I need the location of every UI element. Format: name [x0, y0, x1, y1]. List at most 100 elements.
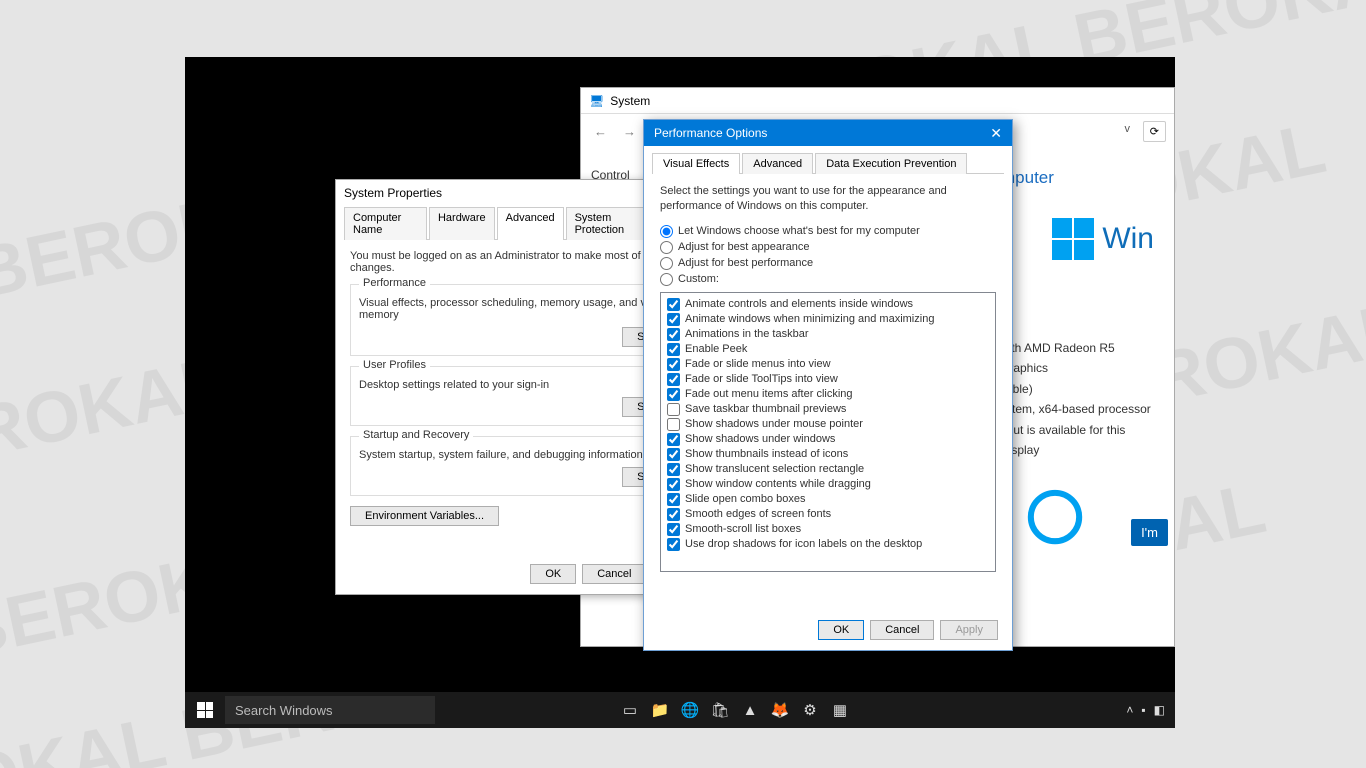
radio-input[interactable]: [660, 241, 673, 254]
checkbox-input[interactable]: [667, 313, 680, 326]
checkbox-label: Animate controls and elements inside win…: [685, 298, 913, 310]
radio-label: Adjust for best appearance: [678, 241, 809, 253]
checkbox-input[interactable]: [667, 523, 680, 536]
check-option-13[interactable]: Slide open combo boxes: [667, 492, 989, 507]
check-option-16[interactable]: Use drop shadows for icon labels on the …: [667, 537, 989, 552]
checkbox-label: Save taskbar thumbnail previews: [685, 403, 846, 415]
check-option-1[interactable]: Animate windows when minimizing and maxi…: [667, 312, 989, 327]
system-titlebar: 🖥 System: [581, 88, 1174, 114]
system-tray[interactable]: ˄ ▪ ◧: [1126, 703, 1175, 717]
tab-dep[interactable]: Data Execution Prevention: [815, 153, 967, 174]
checkbox-input[interactable]: [667, 418, 680, 431]
windows-brand-text: Win: [1102, 222, 1154, 256]
settings-icon[interactable]: ⚙: [795, 692, 825, 728]
check-option-0[interactable]: Animate controls and elements inside win…: [667, 297, 989, 312]
start-icon: [197, 702, 213, 718]
radio-input[interactable]: [660, 273, 673, 286]
network-icon[interactable]: ◧: [1154, 703, 1165, 717]
radio-option-0[interactable]: Let Windows choose what's best for my co…: [660, 225, 996, 238]
radio-option-1[interactable]: Adjust for best appearance: [660, 241, 996, 254]
nav-fwd-icon[interactable]: →: [618, 122, 641, 141]
sysprops-ok-button[interactable]: OK: [530, 564, 576, 584]
tab-advanced[interactable]: Advanced: [497, 207, 564, 240]
checkbox-input[interactable]: [667, 343, 680, 356]
checkbox-input[interactable]: [667, 538, 680, 551]
check-option-14[interactable]: Smooth edges of screen fonts: [667, 507, 989, 522]
app-icon[interactable]: ▦: [825, 692, 855, 728]
radio-label: Adjust for best performance: [678, 257, 813, 269]
checkbox-label: Smooth edges of screen fonts: [685, 508, 831, 520]
checkbox-input[interactable]: [667, 508, 680, 521]
check-option-4[interactable]: Fade or slide menus into view: [667, 357, 989, 372]
checkbox-input[interactable]: [667, 373, 680, 386]
cortana-ring-icon: [1026, 488, 1084, 546]
performance-label: Performance: [359, 277, 430, 289]
check-option-6[interactable]: Fade out menu items after clicking: [667, 387, 989, 402]
checkbox-input[interactable]: [667, 403, 680, 416]
close-icon[interactable]: ✕: [990, 125, 1002, 142]
start-button[interactable]: [185, 692, 225, 728]
check-option-3[interactable]: Enable Peek: [667, 342, 989, 357]
checkbox-input[interactable]: [667, 463, 680, 476]
check-option-8[interactable]: Show shadows under mouse pointer: [667, 417, 989, 432]
checkbox-label: Fade out menu items after clicking: [685, 388, 853, 400]
environment-variables-button[interactable]: Environment Variables...: [350, 506, 499, 526]
checkbox-input[interactable]: [667, 448, 680, 461]
sysprops-cancel-button[interactable]: Cancel: [582, 564, 646, 584]
check-option-5[interactable]: Fade or slide ToolTips into view: [667, 372, 989, 387]
checkbox-label: Use drop shadows for icon labels on the …: [685, 538, 922, 550]
checkbox-input[interactable]: [667, 493, 680, 506]
check-option-9[interactable]: Show shadows under windows: [667, 432, 989, 447]
checkbox-label: Animate windows when minimizing and maxi…: [685, 313, 934, 325]
taskbar: Search Windows ▭ 📁 🌐 🛍 ▲ 🦊 ⚙ ▦ ˄ ▪ ◧: [185, 692, 1175, 728]
radio-option-2[interactable]: Adjust for best performance: [660, 257, 996, 270]
checkbox-input[interactable]: [667, 358, 680, 371]
file-explorer-icon[interactable]: 📁: [645, 692, 675, 728]
checkbox-label: Smooth-scroll list boxes: [685, 523, 801, 535]
nav-back-icon[interactable]: ←: [589, 122, 612, 141]
radio-input[interactable]: [660, 257, 673, 270]
edge-icon[interactable]: 🌐: [675, 692, 705, 728]
task-view-icon[interactable]: ▭: [615, 692, 645, 728]
spec-line-3: ystem, x64-based processor: [1000, 399, 1160, 419]
tab-hardware[interactable]: Hardware: [429, 207, 495, 240]
vlc-icon[interactable]: ▲: [735, 692, 765, 728]
checkbox-label: Enable Peek: [685, 343, 747, 355]
visual-effects-list[interactable]: Animate controls and elements inside win…: [660, 292, 996, 572]
check-option-10[interactable]: Show thumbnails instead of icons: [667, 447, 989, 462]
checkbox-label: Fade or slide menus into view: [685, 358, 831, 370]
refresh-icon[interactable]: ⟳: [1143, 121, 1166, 142]
tray-chevron-icon[interactable]: ˄: [1126, 703, 1133, 717]
check-option-11[interactable]: Show translucent selection rectangle: [667, 462, 989, 477]
perfopt-cancel-button[interactable]: Cancel: [870, 620, 934, 640]
checkbox-input[interactable]: [667, 388, 680, 401]
search-input[interactable]: Search Windows: [225, 696, 435, 724]
view-dropdown[interactable]: v: [1125, 123, 1131, 135]
taskbar-apps: ▭ 📁 🌐 🛍 ▲ 🦊 ⚙ ▦: [615, 692, 855, 728]
tab-system-protection[interactable]: System Protection: [566, 207, 656, 240]
cortana-tip[interactable]: I'm: [1131, 519, 1168, 546]
tab-computer-name[interactable]: Computer Name: [344, 207, 427, 240]
check-option-12[interactable]: Show window contents while dragging: [667, 477, 989, 492]
perfopt-apply-button[interactable]: Apply: [940, 620, 998, 640]
radio-option-3[interactable]: Custom:: [660, 273, 996, 286]
checkbox-input[interactable]: [667, 433, 680, 446]
firefox-icon[interactable]: 🦊: [765, 692, 795, 728]
checkbox-label: Show thumbnails instead of icons: [685, 448, 848, 460]
desktop-area: 🖥 System ← → ↑ v ⟳ Control mputer Win wi…: [185, 57, 1175, 692]
store-icon[interactable]: 🛍: [705, 692, 735, 728]
checkbox-input[interactable]: [667, 478, 680, 491]
tab-visual-effects[interactable]: Visual Effects: [652, 153, 740, 174]
radio-input[interactable]: [660, 225, 673, 238]
perfopt-ok-button[interactable]: OK: [818, 620, 864, 640]
tab-advanced-perf[interactable]: Advanced: [742, 153, 813, 174]
check-option-2[interactable]: Animations in the taskbar: [667, 327, 989, 342]
battery-icon[interactable]: ▪: [1141, 703, 1145, 717]
checkbox-input[interactable]: [667, 328, 680, 341]
checkbox-label: Show translucent selection rectangle: [685, 463, 864, 475]
check-option-15[interactable]: Smooth-scroll list boxes: [667, 522, 989, 537]
check-option-7[interactable]: Save taskbar thumbnail previews: [667, 402, 989, 417]
checkbox-label: Animations in the taskbar: [685, 328, 809, 340]
checkbox-input[interactable]: [667, 298, 680, 311]
checkbox-label: Show shadows under windows: [685, 433, 835, 445]
